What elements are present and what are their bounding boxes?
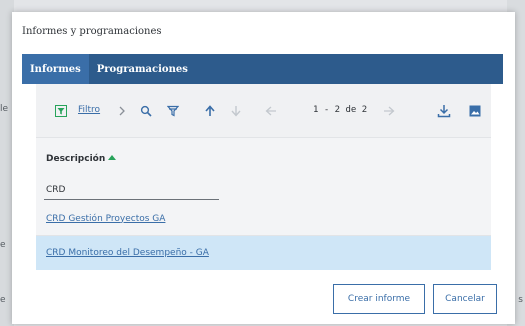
toolbar: Filtro 1 - 2 de 2 xyxy=(36,84,491,138)
pagination-label: 1 - 2 de 2 xyxy=(313,105,368,115)
report-link[interactable]: CRD Gestión Proyectos GA xyxy=(46,214,165,224)
create-report-button[interactable]: Crear informe xyxy=(333,284,425,314)
tab-informes[interactable]: Informes xyxy=(22,54,89,84)
tab-bar: Informes Programaciones xyxy=(22,54,503,84)
background-text: e xyxy=(0,295,6,305)
table-row[interactable]: CRD Gestión Proyectos GA xyxy=(36,202,491,236)
filter-link[interactable]: Filtro xyxy=(78,105,100,115)
previous-page-icon[interactable] xyxy=(264,104,278,118)
filter-icon[interactable] xyxy=(54,104,68,118)
sort-ascending-icon[interactable] xyxy=(203,104,217,118)
description-filter-input[interactable] xyxy=(44,180,219,200)
column-header-descripcion[interactable]: Descripción xyxy=(46,154,117,164)
sort-up-icon xyxy=(108,155,117,160)
image-view-icon[interactable] xyxy=(468,104,482,118)
cancel-button[interactable]: Cancelar xyxy=(433,284,497,314)
search-icon[interactable] xyxy=(139,104,153,118)
reports-panel: Filtro 1 - 2 de 2 Descripción CRD CRD Ge… xyxy=(36,84,491,270)
column-header-label: Descripción xyxy=(46,154,106,164)
report-link[interactable]: CRD Monitoreo del Desempeño - GA xyxy=(46,248,209,258)
chevron-right-icon[interactable] xyxy=(116,104,128,118)
clear-filter-icon[interactable] xyxy=(166,104,180,118)
download-icon[interactable] xyxy=(436,104,452,118)
tab-programaciones[interactable]: Programaciones xyxy=(89,54,196,84)
background-text: s xyxy=(518,295,523,305)
table-row-selected[interactable]: CRD Monitoreo del Desempeño - GA xyxy=(36,236,491,270)
background-text: le xyxy=(0,104,8,114)
reports-dialog: Informes y programaciones Informes Progr… xyxy=(12,12,515,324)
next-page-icon[interactable] xyxy=(382,104,396,118)
background-text: e xyxy=(0,240,6,250)
dialog-title: Informes y programaciones xyxy=(22,26,162,37)
sort-descending-icon[interactable] xyxy=(229,104,243,118)
